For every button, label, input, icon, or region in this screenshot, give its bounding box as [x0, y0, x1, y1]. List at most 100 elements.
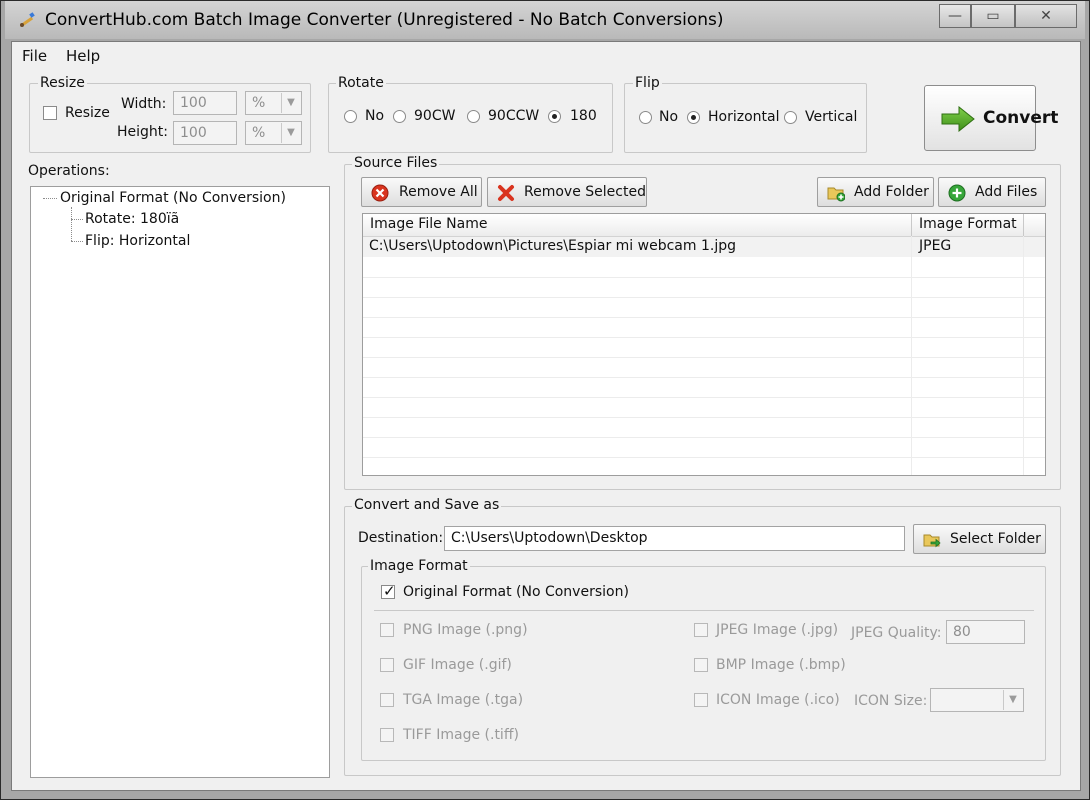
source-files-table[interactable]: Image File Name Image Format C:\Users\Up…	[362, 213, 1046, 476]
title-bar[interactable]: ConvertHub.com Batch Image Converter (Un…	[5, 1, 1085, 39]
chevron-down-icon[interactable]: ▼	[1003, 690, 1022, 710]
convert-button[interactable]: Convert	[924, 85, 1058, 151]
rotate-no-radio[interactable]	[344, 110, 357, 123]
rotate-legend: Rotate	[336, 75, 386, 91]
tiff-label: TIFF Image (.tiff)	[403, 727, 519, 743]
resize-checkbox-label: Resize	[65, 105, 110, 121]
flip-legend: Flip	[633, 75, 662, 91]
grid-line	[363, 357, 1045, 358]
resize-checkbox[interactable]	[43, 106, 57, 120]
file-name-cell: C:\Users\Uptodown\Pictures\Espiar mi web…	[369, 238, 736, 254]
column-separator[interactable]	[911, 214, 912, 236]
chevron-down-icon[interactable]: ▼	[281, 123, 300, 143]
tga-checkbox[interactable]	[380, 693, 394, 707]
icon-size-label: ICON Size:	[854, 693, 928, 709]
height-unit-select[interactable]: % ▼	[245, 121, 302, 145]
ico-checkbox[interactable]	[694, 693, 708, 707]
width-label: Width:	[121, 96, 167, 112]
flip-vertical-radio[interactable]	[784, 111, 797, 124]
grid-line	[363, 377, 1045, 378]
flip-horizontal-label: Horizontal	[708, 109, 780, 125]
resize-legend: Resize	[38, 75, 87, 91]
add-files-label: Add Files	[975, 184, 1038, 200]
flip-no-label: No	[659, 109, 679, 125]
tree-item-rotate[interactable]: Rotate: 180ïã	[85, 211, 179, 227]
rotate-90cw-radio[interactable]	[393, 110, 406, 123]
column-header-file-name[interactable]: Image File Name	[370, 216, 487, 232]
remove-all-button[interactable]: Remove All	[361, 177, 482, 207]
grid-line	[911, 236, 912, 475]
menu-bar: File Help	[12, 42, 1080, 68]
destination-label: Destination:	[358, 530, 444, 546]
height-unit-value: %	[252, 125, 266, 141]
height-input[interactable]: 100	[173, 121, 237, 145]
remove-selected-label: Remove Selected	[524, 184, 646, 200]
source-files-legend: Source Files	[352, 155, 440, 171]
rotate-180-radio[interactable]	[548, 110, 561, 123]
ico-label: ICON Image (.ico)	[716, 692, 840, 708]
rotate-90ccw-radio[interactable]	[467, 110, 480, 123]
icon-size-select[interactable]: ▼	[930, 688, 1024, 712]
menu-file[interactable]: File	[22, 47, 47, 65]
png-label: PNG Image (.png)	[403, 622, 528, 638]
width-input[interactable]: 100	[173, 91, 237, 115]
rotate-90ccw-label: 90CCW	[488, 108, 540, 124]
add-files-button[interactable]: Add Files	[938, 177, 1046, 207]
grid-line	[1023, 236, 1024, 475]
flip-horizontal-radio[interactable]	[687, 111, 700, 124]
jpeg-quality-input[interactable]: 80	[946, 620, 1025, 644]
table-header: Image File Name Image Format	[363, 214, 1045, 237]
flip-no-radio[interactable]	[639, 111, 652, 124]
image-format-legend: Image Format	[368, 558, 470, 574]
tga-label: TGA Image (.tga)	[403, 692, 524, 708]
maximize-button[interactable]: ▭	[971, 4, 1015, 28]
gif-checkbox[interactable]	[380, 658, 394, 672]
close-icon: ✕	[1040, 8, 1052, 24]
grid-line	[363, 277, 1045, 278]
tiff-checkbox[interactable]	[380, 728, 394, 742]
grid-line	[363, 437, 1045, 438]
tree-item-flip[interactable]: Flip: Horizontal	[85, 233, 190, 249]
client-area: File Help Resize Resize Width: 100 % ▼ H…	[11, 41, 1081, 791]
file-format-cell: JPEG	[919, 238, 952, 254]
width-unit-value: %	[252, 95, 266, 111]
close-button[interactable]: ✕	[1015, 4, 1077, 28]
add-folder-button[interactable]: Add Folder	[817, 177, 934, 207]
maximize-icon: ▭	[986, 8, 1000, 24]
convert-label: Convert	[983, 108, 1059, 128]
operations-label: Operations:	[28, 163, 110, 179]
chevron-down-icon[interactable]: ▼	[281, 93, 300, 113]
rotate-180-label: 180	[570, 108, 597, 124]
flip-vertical-label: Vertical	[805, 109, 858, 125]
app-window: ConvertHub.com Batch Image Converter (Un…	[0, 0, 1090, 800]
original-format-checkbox[interactable]: ✓	[381, 582, 396, 600]
select-folder-label: Select Folder	[950, 531, 1041, 547]
png-checkbox[interactable]	[380, 623, 394, 637]
add-folder-label: Add Folder	[854, 184, 929, 200]
column-header-format[interactable]: Image Format	[919, 216, 1017, 232]
green-arrow-right-icon	[941, 106, 975, 132]
remove-circle-icon	[371, 184, 389, 202]
menu-help[interactable]: Help	[66, 47, 100, 65]
red-x-icon	[498, 185, 514, 201]
folder-add-icon	[827, 187, 845, 202]
bmp-checkbox[interactable]	[694, 658, 708, 672]
operations-tree[interactable]: Original Format (No Conversion) Rotate: …	[30, 186, 330, 778]
column-separator[interactable]	[1023, 214, 1024, 236]
table-row[interactable]: C:\Users\Uptodown\Pictures\Espiar mi web…	[363, 237, 1045, 257]
select-folder-button[interactable]: Select Folder	[913, 524, 1046, 554]
jpeg-checkbox[interactable]	[694, 623, 708, 637]
remove-selected-button[interactable]: Remove Selected	[487, 177, 647, 207]
minimize-button[interactable]: —	[939, 4, 971, 28]
width-unit-select[interactable]: % ▼	[245, 91, 302, 115]
tree-line	[71, 207, 72, 241]
destination-input[interactable]: C:\Users\Uptodown\Desktop	[444, 526, 905, 551]
tree-root[interactable]: Original Format (No Conversion)	[60, 190, 286, 206]
rotate-90cw-label: 90CW	[414, 108, 456, 124]
tree-line	[71, 241, 83, 242]
remove-all-label: Remove All	[399, 184, 478, 200]
tree-line	[43, 198, 57, 199]
grid-line	[363, 297, 1045, 298]
grid-line	[363, 417, 1045, 418]
bmp-label: BMP Image (.bmp)	[716, 657, 846, 673]
